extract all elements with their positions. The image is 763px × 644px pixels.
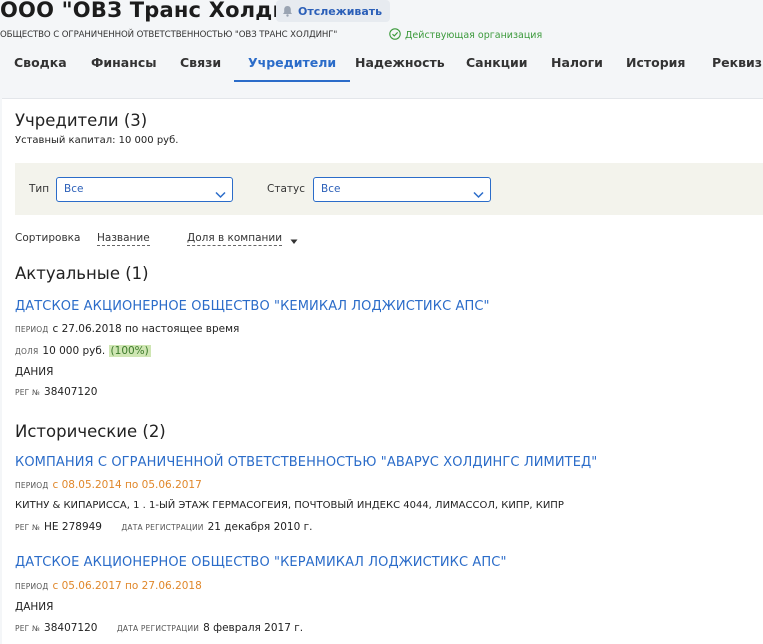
founder-country: ДАНИЯ <box>15 366 54 378</box>
share-percent: (100%) <box>108 345 151 357</box>
tab-founders[interactable]: Учредители <box>233 48 351 86</box>
caret-down-icon[interactable] <box>290 236 298 248</box>
type-filter-value: Все <box>64 183 84 195</box>
tab-connections[interactable]: Связи <box>180 48 221 86</box>
status-filter-select[interactable]: Все <box>313 177 491 202</box>
founder-link[interactable]: ДАТСКОЕ АКЦИОНЕРНОЕ ОБЩЕСТВО "КЕРАМИКАЛ … <box>15 555 507 570</box>
company-full-name: ОБЩЕСТВО С ОГРАНИЧЕННОЙ ОТВЕТСТВЕННОСТЬЮ… <box>0 30 338 40</box>
sort-by-share[interactable]: Доля в компании <box>187 232 283 246</box>
sort-label: Сортировка <box>15 232 81 244</box>
founder-period: ПЕРИОД с 05.06.2017 по 27.06.2018 <box>15 580 202 592</box>
founder-period: ПЕРИОД с 08.05.2014 по 05.06.2017 <box>15 479 202 491</box>
founder-link[interactable]: КОМПАНИЯ С ОГРАНИЧЕННОЙ ОТВЕТСТВЕННОСТЬЮ… <box>15 455 597 470</box>
founder-reg: РЕГ № 38407120 <box>15 386 98 398</box>
tab-summary[interactable]: Сводка <box>14 48 67 86</box>
sort-by-name[interactable]: Название <box>97 232 150 246</box>
tab-sanctions[interactable]: Санкции <box>466 48 528 86</box>
status-badge: Действующая организация <box>389 28 542 43</box>
chevron-down-icon <box>215 185 226 208</box>
founder-reg: РЕГ № 38407120 ДАТА РЕГИСТРАЦИИ 8 февраля … <box>15 622 304 634</box>
follow-button-label: Отслеживать <box>298 4 383 18</box>
tab-reliability[interactable]: Надежность <box>355 48 445 86</box>
tab-history[interactable]: История <box>626 48 685 86</box>
historical-founders-title: Исторические (2) <box>15 422 166 441</box>
charter-capital: Уставный капитал: 10 000 руб. <box>15 135 179 146</box>
sort-row: Сортировка Название Доля в компании <box>15 232 415 248</box>
current-founders-title: Актуальные (1) <box>15 264 149 283</box>
status-filter-label: Статус <box>267 183 305 195</box>
founder-address: КИТНУ & КИПАРИССА, 1 . 1-ЫЙ ЭТАЖ ГЕРМАСО… <box>15 500 564 511</box>
tab-requisites[interactable]: Реквизиты <box>712 48 763 86</box>
founder-link[interactable]: ДАТСКОЕ АКЦИОНЕРНОЕ ОБЩЕСТВО "КЕМИКАЛ ЛО… <box>15 299 490 314</box>
tab-bar: Сводка Финансы Связи Учредители Надежнос… <box>0 48 763 86</box>
founder-country: ДАНИЯ <box>15 601 54 613</box>
status-text: Действующая организация <box>405 30 543 41</box>
status-filter-value: Все <box>321 183 341 195</box>
check-circle-icon <box>389 28 401 43</box>
founders-title: Учредители (3) <box>15 111 148 130</box>
founder-period: ПЕРИОД с 27.06.2018 по настоящее время <box>15 323 240 335</box>
bell-icon <box>282 5 293 17</box>
tab-taxes[interactable]: Налоги <box>551 48 603 86</box>
follow-button[interactable]: Отслеживать <box>276 0 391 22</box>
type-filter-label: Тип <box>29 183 50 195</box>
filter-bar: Тип Все Статус Все <box>15 163 763 215</box>
company-header: ООО "ОВЗ Транс Холдинг" Отслеживать ОБЩЕ… <box>0 0 763 100</box>
founder-reg: РЕГ № НЕ 278949 ДАТА РЕГИСТРАЦИИ 21 декабр… <box>15 521 313 533</box>
chevron-down-icon <box>473 185 484 208</box>
founder-share: ДОЛЯ 10 000 руб. (100%) <box>15 345 151 357</box>
founders-panel: Учредители (3) Уставный капитал: 10 000 … <box>2 98 763 644</box>
tab-finance[interactable]: Финансы <box>91 48 157 86</box>
type-filter-select[interactable]: Все <box>56 177 233 202</box>
